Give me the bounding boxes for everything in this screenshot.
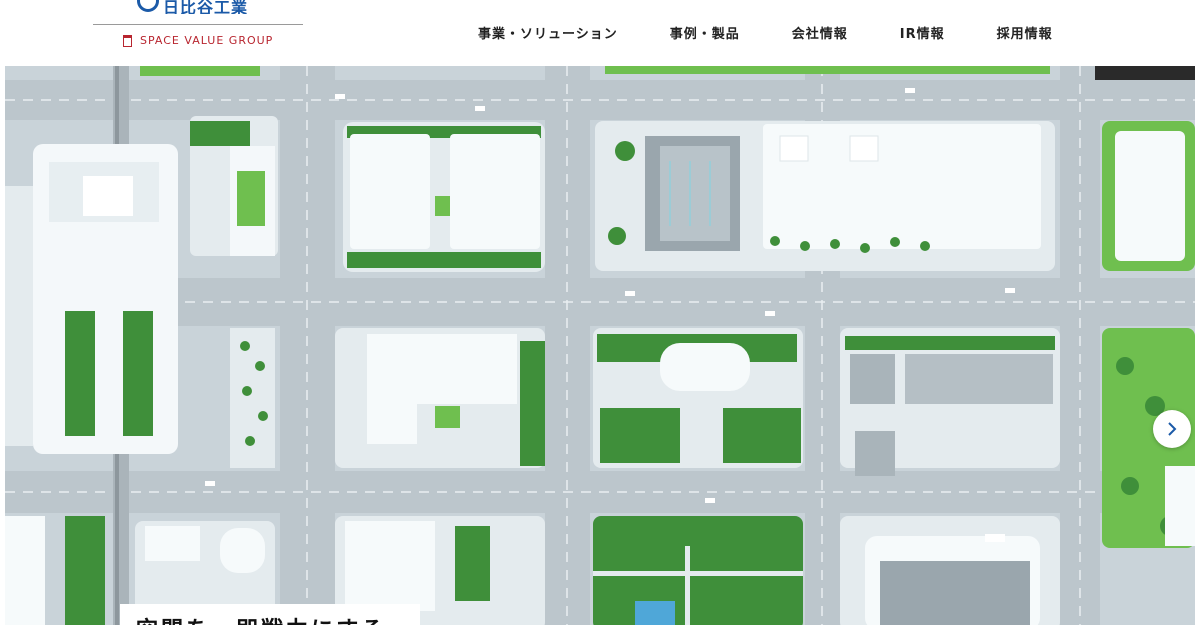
group-label: SPACE VALUE GROUP: [123, 34, 273, 47]
slider-next-button[interactable]: [1153, 410, 1191, 448]
company-logo[interactable]: 日比谷工業 SPACE VALUE GROUP: [93, 0, 303, 62]
city-aerial-image: [5, 66, 1195, 630]
logo-divider: [93, 24, 303, 25]
nav-item-recruit[interactable]: 採用情報: [997, 23, 1053, 42]
logo-icon: [137, 0, 159, 12]
group-text: SPACE VALUE GROUP: [140, 34, 274, 47]
nav-item-business[interactable]: 事業・ソリューション: [478, 23, 618, 42]
nav-item-ir[interactable]: IR情報: [900, 23, 945, 42]
group-bracket-icon: [123, 34, 132, 47]
bottom-strip: [0, 625, 1200, 630]
site-header: 日比谷工業 SPACE VALUE GROUP 事業・ソリューション 事例・製品…: [0, 0, 1200, 66]
hero-slider: 空間を、即戦力にする。: [5, 66, 1195, 630]
logo-mark-row: 日比谷工業: [137, 0, 267, 14]
nav-item-company[interactable]: 会社情報: [792, 23, 848, 42]
chevron-right-icon: [1168, 422, 1177, 436]
global-nav: 事業・ソリューション 事例・製品 会社情報 IR情報 採用情報: [478, 23, 1053, 42]
logo-text: 日比谷工業: [163, 0, 249, 14]
nav-item-cases[interactable]: 事例・製品: [670, 23, 740, 42]
